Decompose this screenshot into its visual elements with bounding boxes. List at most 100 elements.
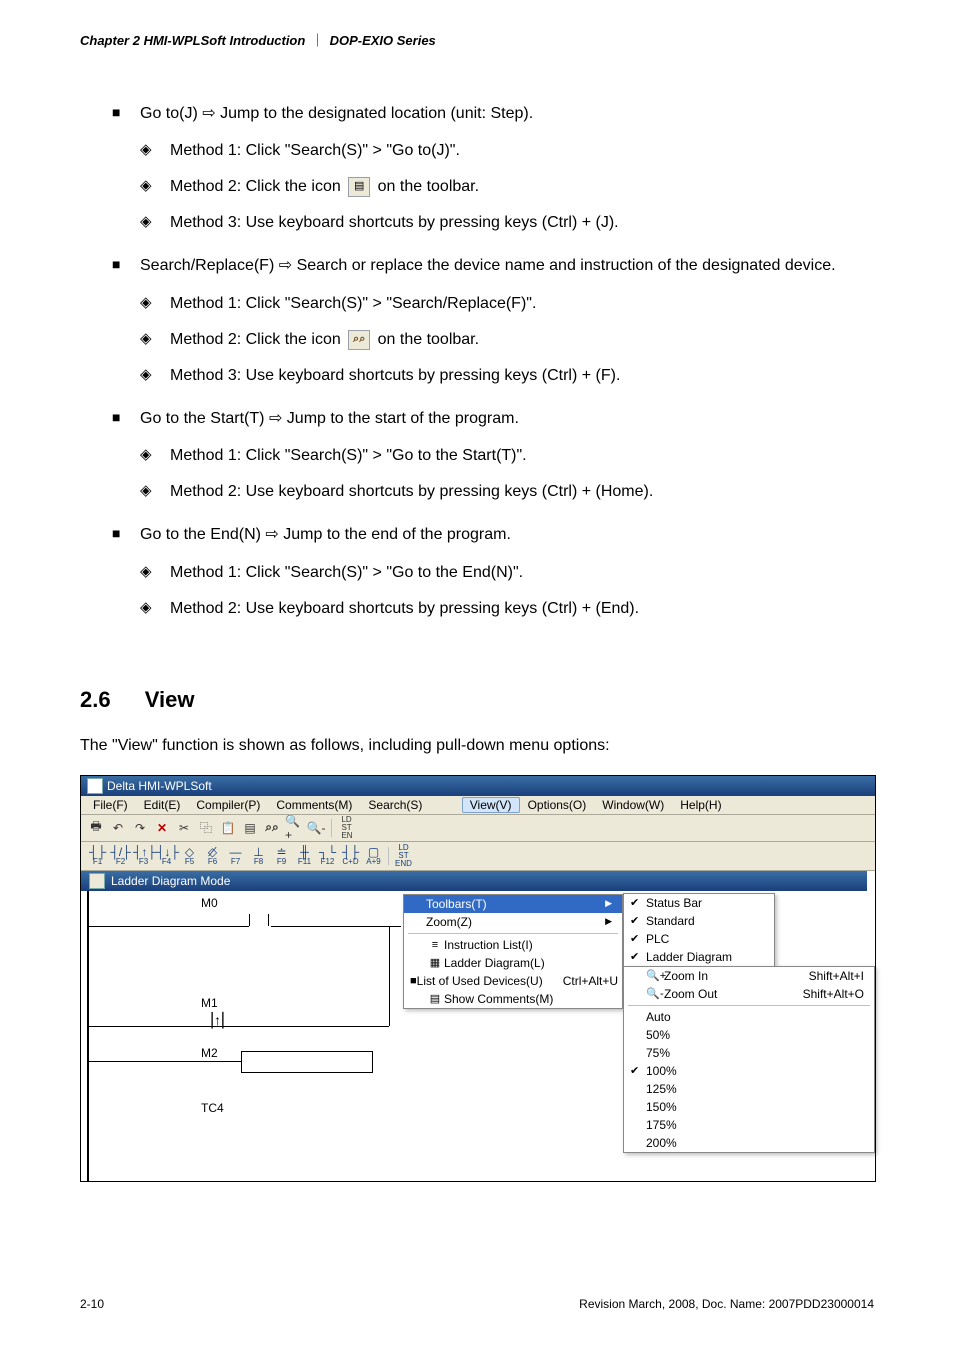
zoom-submenu-item[interactable]: ✔100% <box>624 1062 874 1080</box>
ladder-symbol-m2: M2 <box>201 1046 218 1060</box>
menu-options[interactable]: Options(O) <box>520 797 595 813</box>
ladder-symbol-tc4: TC4 <box>201 1101 224 1115</box>
ladder-line <box>89 1061 241 1062</box>
header-chapter: Chapter 2 HMI-WPLSoft Introduction <box>80 33 305 48</box>
toolbars-submenu-item[interactable]: ✔PLC <box>624 930 774 948</box>
cut-icon[interactable]: ✂ <box>175 819 193 837</box>
toolbars-submenu[interactable]: ✔Status Bar✔Standard✔PLC✔Ladder Diagram <box>623 893 775 967</box>
method-item: Method 1: Click "Search(S)" > "Go to the… <box>140 438 874 474</box>
zoom-out-icon[interactable]: 🔍- <box>307 819 325 837</box>
footer-revision: Revision March, 2008, Doc. Name: 2007PDD… <box>579 1297 874 1311</box>
app-icon: ▦ <box>87 778 103 794</box>
method-item: Method 1: Click "Search(S)" > "Go to(J)"… <box>140 133 874 169</box>
zoom-submenu-item[interactable]: 150% <box>624 1098 874 1116</box>
footer-page-number: 2-10 <box>80 1297 104 1311</box>
section-heading: 2.6 View <box>80 687 874 713</box>
ladder-fn-key[interactable]: ┤↑├F3 <box>133 846 154 866</box>
app-screenshot: ▦ Delta HMI-WPLSoft File(F)Edit(E)Compil… <box>80 775 876 1182</box>
ladder-line <box>89 1026 389 1027</box>
zoom-submenu-item[interactable]: 🔍+Zoom InShift+Alt+I <box>624 967 874 985</box>
feature-item: Go to the End(N) ⇨ Jump to the end of th… <box>80 520 874 626</box>
header-series: DOP-EXIO Series <box>330 33 436 48</box>
standard-toolbar[interactable]: 🖶 ↶ ↷ ✕ ✂ ⿻ 📋 ▤ ⌕⌕ 🔍+ 🔍- LDSTEN <box>81 815 875 842</box>
menu-search[interactable]: Search(S) <box>360 797 430 813</box>
menu-view[interactable]: View(V) <box>462 797 520 813</box>
feature-list: Go to(J) ⇨ Jump to the designated locati… <box>80 99 874 627</box>
redo-icon[interactable]: ↷ <box>131 819 149 837</box>
zoom-in-icon[interactable]: 🔍+ <box>285 819 303 837</box>
ladder-fn-key[interactable]: ┤├C+D <box>340 846 361 866</box>
feature-item: Search/Replace(F) ⇨ Search or replace th… <box>80 251 874 393</box>
ladder-fn-key[interactable]: ◇F5 <box>179 846 200 866</box>
ladder-toolbar[interactable]: ┤├F1┤/├F2┤↑├F3┤↓├F4◇F5◇̸F6—F7⊥F8≐F9╫F11┐… <box>81 842 875 871</box>
zoom-submenu-item[interactable]: Auto <box>624 1008 874 1026</box>
menu-window[interactable]: Window(W) <box>594 797 672 813</box>
ladder-fn-key[interactable]: ▢A+9 <box>363 846 384 866</box>
ladder-fn-key[interactable]: ◇̸F6 <box>202 846 223 866</box>
ladder-symbol-m1: M1 <box>201 996 218 1010</box>
copy-icon[interactable]: ⿻ <box>197 819 215 837</box>
work-area: Ladder Diagram Mode M0 M1 ⎥↑⎢ M2 TC4 <box>81 871 875 1181</box>
view-menu-item[interactable]: Toolbars(T)▶ <box>404 895 622 913</box>
header-separator: ｜ <box>311 33 324 48</box>
goto-icon: ▤ <box>348 177 370 197</box>
zoom-submenu-item[interactable]: 🔍-Zoom OutShift+Alt+O <box>624 985 874 1003</box>
toolbar-separator <box>331 819 332 837</box>
menu-help[interactable]: Help(H) <box>672 797 729 813</box>
ladder-fn-key[interactable]: ┤├F1 <box>87 846 108 866</box>
zoom-submenu[interactable]: 🔍+Zoom InShift+Alt+I🔍-Zoom OutShift+Alt+… <box>623 966 875 1153</box>
toolbars-submenu-item[interactable]: ✔Ladder Diagram <box>624 948 774 966</box>
il-toggle-icon[interactable]: LDSTEN <box>338 819 356 837</box>
goto-icon[interactable]: ▤ <box>241 819 259 837</box>
ladder-fn-key[interactable]: ┤/├F2 <box>110 846 131 866</box>
page-footer: 2-10 Revision March, 2008, Doc. Name: 20… <box>80 1297 874 1311</box>
print-icon[interactable]: 🖶 <box>87 819 105 837</box>
view-menu-item[interactable]: ≡Instruction List(I) <box>404 936 622 954</box>
page-header: Chapter 2 HMI-WPLSoft Introduction ｜ DOP… <box>80 30 874 49</box>
ladder-fn-key[interactable]: ⊥F8 <box>248 846 269 866</box>
ladder-fn-key[interactable]: —F7 <box>225 846 246 866</box>
ladder-contact <box>249 914 269 929</box>
ladder-fn-key[interactable]: ╫F11 <box>294 846 315 866</box>
ladder-vertical-line <box>389 926 390 1026</box>
ladder-fn-key[interactable]: ┐└F12 <box>317 846 338 866</box>
view-menu-item[interactable]: ▦Ladder Diagram(L) <box>404 954 622 972</box>
ladder-output-box <box>241 1051 373 1073</box>
view-menu-item[interactable]: ■List of Used Devices(U)Ctrl+Alt+U <box>404 972 622 990</box>
delete-icon[interactable]: ✕ <box>153 819 171 837</box>
toolbars-submenu-item[interactable]: ✔Standard <box>624 912 774 930</box>
ladder-title-bar: Ladder Diagram Mode <box>81 871 867 891</box>
menubar[interactable]: File(F)Edit(E)Compiler(P)Comments(M)Sear… <box>81 796 875 815</box>
view-menu-item[interactable]: Zoom(Z)▶ <box>404 913 622 931</box>
binoculars-icon: ⌕⌕ <box>348 330 370 350</box>
document-page: Chapter 2 HMI-WPLSoft Introduction ｜ DOP… <box>0 0 954 1351</box>
zoom-submenu-item[interactable]: 50% <box>624 1026 874 1044</box>
menu-comments[interactable]: Comments(M) <box>268 797 360 813</box>
paste-icon[interactable]: 📋 <box>219 819 237 837</box>
method-item: Method 3: Use keyboard shortcuts by pres… <box>140 205 874 241</box>
menu-file[interactable]: File(F) <box>85 797 136 813</box>
ladder-title-icon <box>89 873 105 889</box>
il-toggle[interactable]: LDSTEND <box>393 844 414 868</box>
method-item: Method 2: Use keyboard shortcuts by pres… <box>140 591 874 627</box>
feature-item: Go to(J) ⇨ Jump to the designated locati… <box>80 99 874 241</box>
ladder-fn-key[interactable]: ≐F9 <box>271 846 292 866</box>
menu-edit[interactable]: Edit(E) <box>136 797 189 813</box>
ladder-fn-key[interactable]: ┤↓├F4 <box>156 846 177 866</box>
ladder-line <box>89 926 249 927</box>
zoom-submenu-item[interactable]: 125% <box>624 1080 874 1098</box>
app-title: Delta HMI-WPLSoft <box>107 779 212 793</box>
titlebar: ▦ Delta HMI-WPLSoft <box>81 776 875 796</box>
toolbars-submenu-item[interactable]: ✔Status Bar <box>624 894 774 912</box>
zoom-submenu-item[interactable]: 200% <box>624 1134 874 1152</box>
menu-compiler[interactable]: Compiler(P) <box>188 797 268 813</box>
zoom-submenu-item[interactable]: 175% <box>624 1116 874 1134</box>
binoculars-icon[interactable]: ⌕⌕ <box>263 819 281 837</box>
view-dropdown-menu[interactable]: Toolbars(T)▶Zoom(Z)▶ ≡Instruction List(I)… <box>403 894 623 1009</box>
method-item: Method 2: Click the icon ▤ on the toolba… <box>140 169 874 205</box>
view-menu-item[interactable]: ▤Show Comments(M) <box>404 990 622 1008</box>
ladder-title-label: Ladder Diagram Mode <box>111 874 230 888</box>
section-description: The "View" function is shown as follows,… <box>80 737 874 755</box>
zoom-submenu-item[interactable]: 75% <box>624 1044 874 1062</box>
undo-icon[interactable]: ↶ <box>109 819 127 837</box>
